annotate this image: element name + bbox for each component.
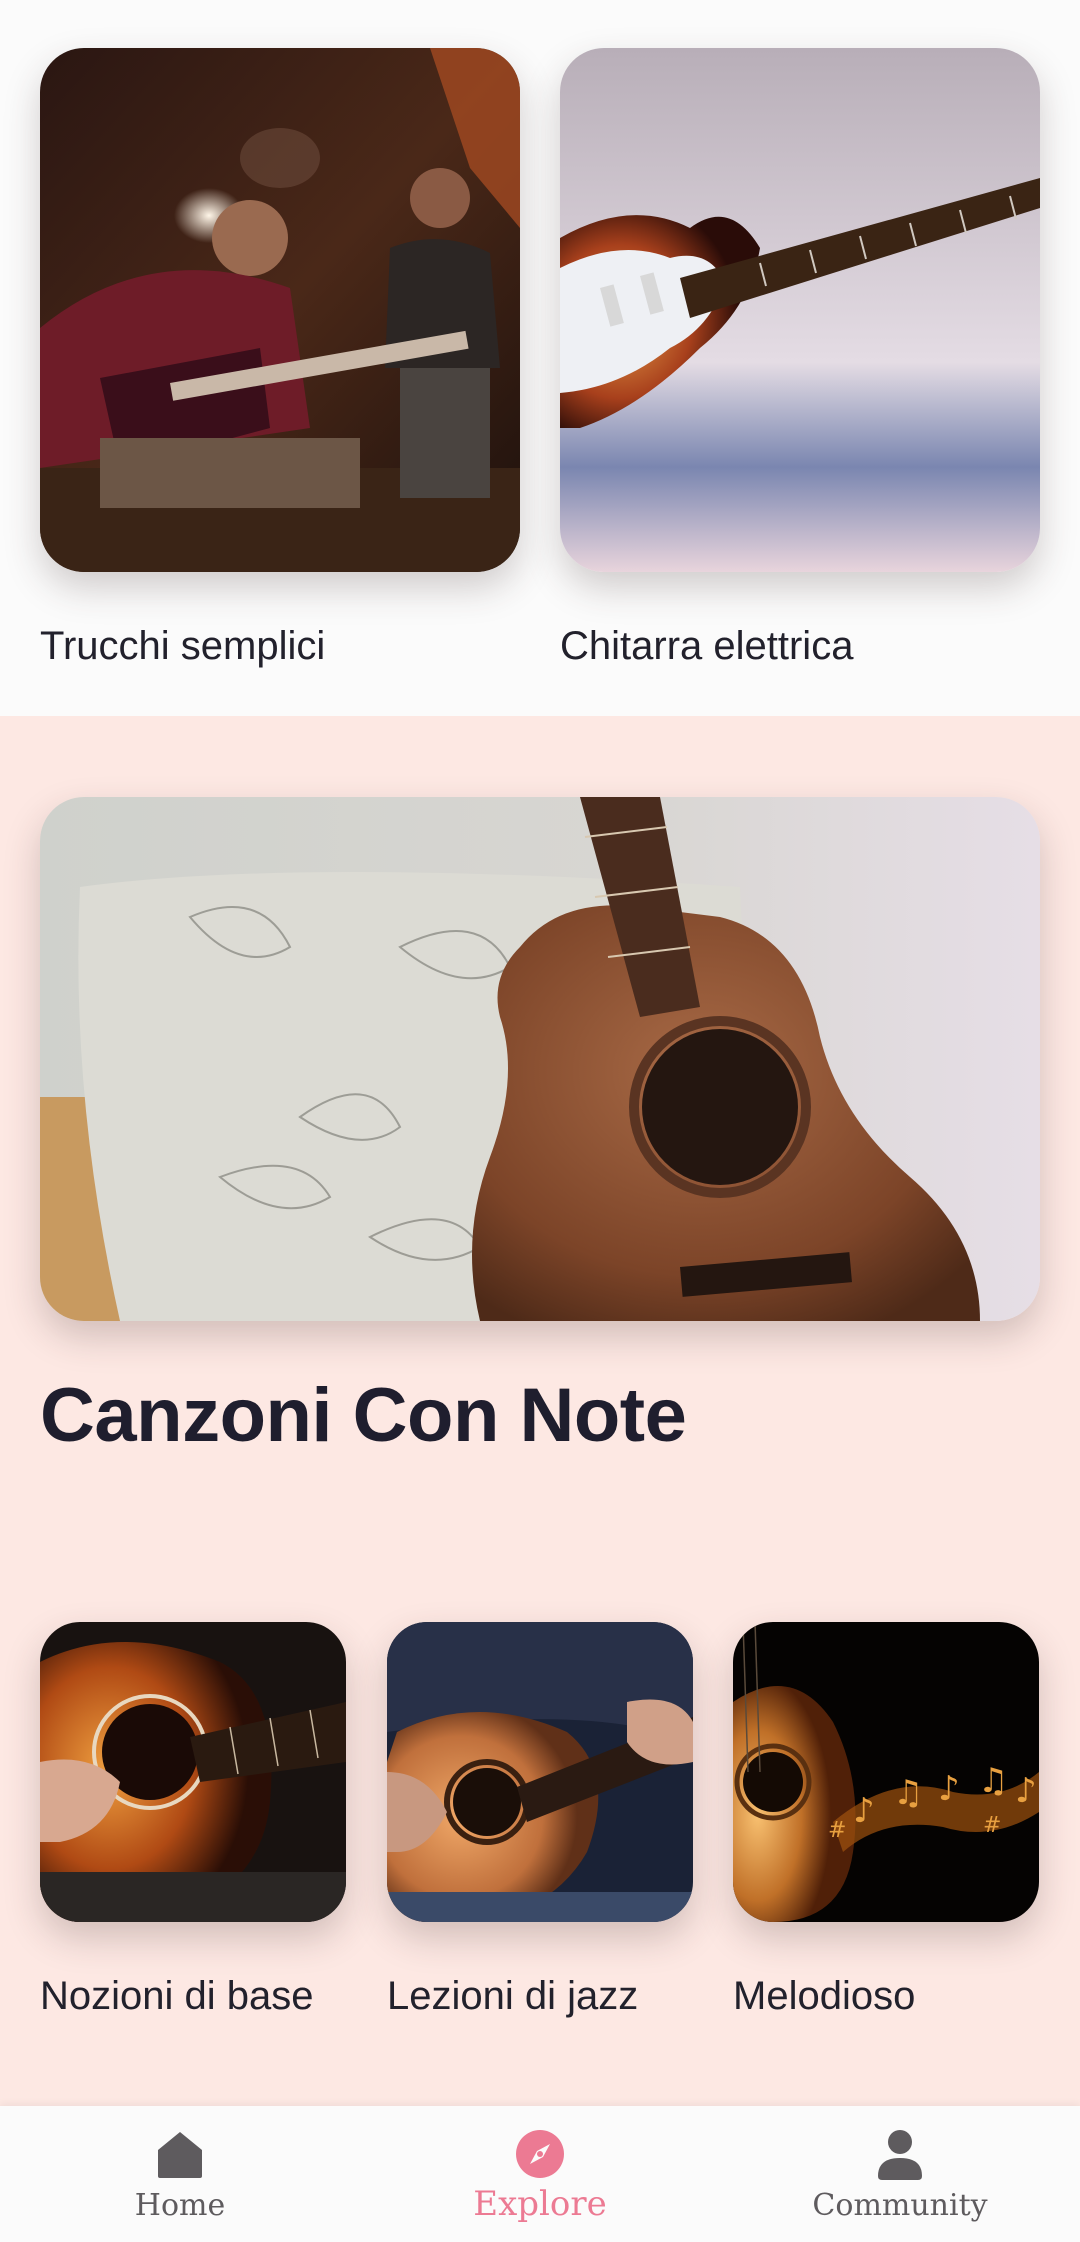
card-chitarra-elettrica[interactable]: [560, 48, 1040, 572]
card-melodioso[interactable]: ♪ ♫ ♪ ♫ ♪ # #: [733, 1622, 1039, 1922]
hands-on-guitar-photo: [40, 1622, 346, 1922]
nav-item-explore[interactable]: Explore: [360, 2106, 720, 2242]
card-nozioni-di-base[interactable]: [40, 1622, 346, 1922]
nav-label-community: Community: [812, 2188, 988, 2223]
nav-label-home: Home: [134, 2188, 226, 2223]
electric-guitar-photo: [560, 48, 1040, 572]
nav-label-explore: Explore: [473, 2184, 607, 2224]
section-title: Canzoni Con Note: [40, 1373, 687, 1458]
guitar-music-notes-photo: ♪ ♫ ♪ ♫ ♪ # #: [733, 1622, 1039, 1922]
card-label-lezioni-di-jazz: Lezioni di jazz: [387, 1974, 639, 2018]
acoustic-guitar-pillow-photo: [40, 797, 1040, 1321]
top-section: Trucchi semplici Chitarra elettrica: [0, 0, 1080, 716]
guitar-players-photo: [40, 48, 520, 572]
svg-text:#: #: [828, 1818, 846, 1843]
nav-item-home[interactable]: Home: [0, 2106, 360, 2242]
card-label-chitarra-elettrica: Chitarra elettrica: [560, 624, 854, 668]
svg-text:#: #: [983, 1813, 1001, 1838]
card-trucchi-semplici[interactable]: [40, 48, 520, 572]
svg-text:♪: ♪: [1015, 1771, 1037, 1811]
nav-item-community[interactable]: Community: [720, 2106, 1080, 2242]
svg-text:♫: ♫: [978, 1761, 1008, 1801]
bottom-navigation: Home Explore Community: [0, 2106, 1080, 2242]
person-icon: [878, 2130, 922, 2180]
svg-text:♪: ♪: [853, 1791, 875, 1831]
home-icon: [158, 2132, 202, 2178]
card-label-nozioni-di-base: Nozioni di base: [40, 1974, 314, 2018]
card-lezioni-di-jazz[interactable]: [387, 1622, 693, 1922]
compass-icon: [516, 2130, 564, 2178]
card-label-trucchi-semplici: Trucchi semplici: [40, 624, 326, 668]
svg-text:♫: ♫: [893, 1773, 923, 1813]
svg-text:♪: ♪: [938, 1769, 960, 1809]
featured-card[interactable]: [40, 797, 1040, 1321]
jazz-guitar-player-photo: [387, 1622, 693, 1922]
card-label-melodioso: Melodioso: [733, 1974, 916, 2018]
